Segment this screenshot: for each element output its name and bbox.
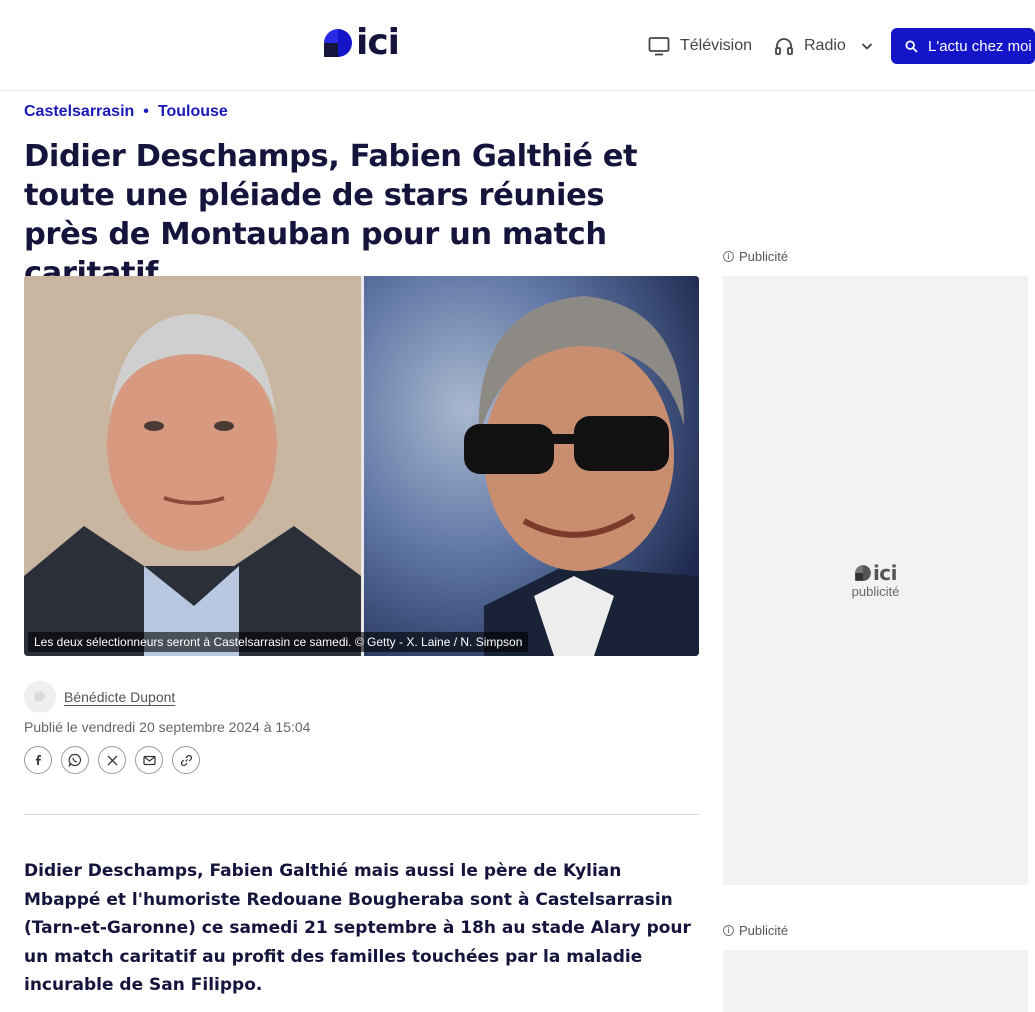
portrait-left-illustration — [24, 276, 361, 656]
info-icon: i — [723, 925, 734, 936]
info-icon: i — [723, 251, 734, 262]
portrait-right-illustration — [364, 276, 699, 656]
email-icon — [142, 755, 156, 765]
nav-radio[interactable]: Radio — [774, 33, 874, 59]
ici-logo-mark-small — [855, 565, 871, 581]
link-icon — [180, 754, 192, 766]
ad-slot-sidebar[interactable]: ici publicité — [723, 276, 1028, 885]
photo-deschamps — [24, 276, 361, 656]
ad-placeholder-text: publicité — [851, 584, 900, 599]
share-email-button[interactable] — [135, 746, 163, 774]
ad-label-top: i Publicité — [723, 249, 788, 264]
ad-slot-sidebar-2[interactable] — [723, 950, 1028, 1012]
share-x-button[interactable] — [98, 746, 126, 774]
article-separator — [24, 814, 699, 815]
image-caption: Les deux sélectionneurs seront à Castels… — [28, 632, 529, 652]
site-header: ici Télévision Radio L'actu chez moi — [0, 0, 1035, 91]
share-whatsapp-button[interactable] — [61, 746, 89, 774]
chevron-down-icon — [861, 43, 872, 50]
ici-logo-mark — [324, 29, 352, 57]
author-link[interactable]: Bénédicte Dupont — [64, 689, 175, 705]
local-news-button-label: L'actu chez moi — [928, 37, 1032, 55]
ad-placeholder: ici publicité — [723, 563, 1028, 599]
share-facebook-button[interactable] — [24, 746, 52, 774]
publish-date: Publié le vendredi 20 septembre 2024 à 1… — [24, 719, 311, 735]
ad-label-top-text: Publicité — [739, 249, 789, 264]
photo-galthie — [364, 276, 699, 656]
article-title: Didier Deschamps, Fabien Galthié et tout… — [24, 139, 638, 291]
author-block: Bénédicte Dupont — [24, 681, 175, 713]
ad-label-bottom: i Publicité — [723, 923, 788, 938]
breadcrumb-link-castelsarrasin[interactable]: Castelsarrasin — [24, 103, 134, 121]
headphones-icon — [775, 38, 793, 55]
ad-label-bottom-text: Publicité — [739, 923, 789, 938]
ad-ici-logo: ici — [854, 561, 898, 585]
copy-link-button[interactable] — [172, 746, 200, 774]
nav-radio-label: Radio — [804, 37, 846, 54]
author-avatar — [24, 681, 56, 713]
breadcrumb-link-toulouse[interactable]: Toulouse — [158, 103, 228, 121]
nav-television[interactable]: Télévision — [648, 33, 752, 59]
nav-television-label: Télévision — [680, 37, 753, 54]
search-icon — [905, 39, 918, 53]
ici-logo[interactable]: ici — [322, 22, 400, 63]
local-news-button[interactable]: L'actu chez moi — [891, 28, 1035, 64]
breadcrumb-separator: • — [143, 103, 149, 120]
ad-logo-text: ici — [872, 561, 898, 585]
article-lead: Didier Deschamps, Fabien Galthié mais au… — [24, 861, 691, 995]
share-bar — [24, 746, 200, 774]
facebook-icon — [35, 755, 41, 765]
x-icon — [107, 755, 117, 765]
tv-icon — [648, 37, 670, 56]
article-hero-image: Les deux sélectionneurs seront à Castels… — [24, 276, 699, 656]
chat-bubble-icon — [34, 691, 45, 703]
breadcrumb: Castelsarrasin • Toulouse — [24, 103, 228, 121]
logo-text: ici — [356, 22, 400, 63]
whatsapp-icon — [68, 753, 82, 767]
